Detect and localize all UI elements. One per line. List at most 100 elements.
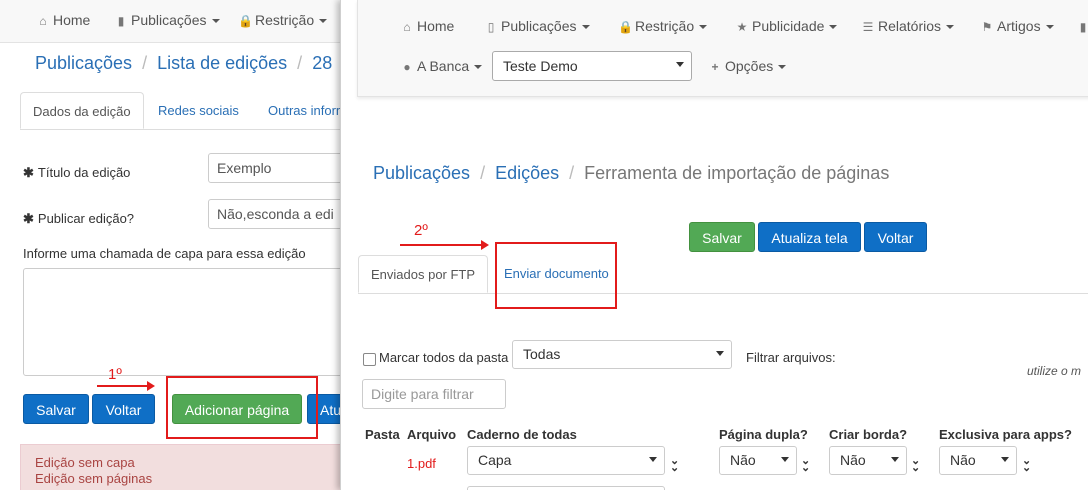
front-window: ⌂ Home ▯ Publicações 🔒 Restrição ★ Publicida… [340,0,1088,490]
chevron-down-icon [1045,25,1054,30]
lock-icon: 🔒 [238,14,253,28]
voltar-button[interactable]: Voltar [864,222,927,252]
atualiza-tela-button[interactable]: Atualiza tela [758,222,861,252]
site-select[interactable]: Teste Demo [492,51,692,81]
filtrar-hint: utilize o m [1027,364,1082,378]
grid-icon: ▮ [1079,20,1087,34]
marcar-todos-checkbox[interactable] [363,353,376,366]
required-asterisk-icon: ✱ [23,165,34,180]
col-pasta: Pasta [365,427,400,442]
col-pagina-dupla: Página dupla? [719,427,808,442]
breadcrumb: Publicações / Edições / Ferramenta de import… [373,163,889,184]
chevron-down-icon [699,25,708,30]
titulo-input[interactable]: Exemplo [208,153,345,183]
nav-publicidade-label: Publicidade [752,18,825,34]
chevron-down-icon [781,457,789,462]
breadcrumb-separator: / [569,163,575,183]
nav-home[interactable]: ⌂ Home [400,18,454,34]
publicar-label-text: Publicar edição? [37,211,135,226]
chevron-down-icon [319,19,328,24]
breadcrumb-separator: / [297,53,303,73]
caderno-select-value: Capa [478,452,512,468]
star-icon: ★ [736,20,748,34]
tab-outras-informacoes[interactable]: Outras inform [256,92,345,129]
nav-artigos[interactable]: ⚑ Artigos [980,18,1054,34]
alert-sem-capa: Edição sem capa [35,455,135,470]
file-icon: ▮ [117,14,125,28]
double-chevron-down-icon[interactable]: ⌄ ⌄ [801,456,810,474]
chamada-label: Informe uma chamada de capa para essa ed… [23,246,306,261]
globe-icon: ● [403,60,411,74]
step-2-label: 2º [414,222,428,239]
chevron-down-icon [581,25,590,30]
col-arquivo: Arquivo [407,427,457,442]
double-chevron-down-icon[interactable]: ⌄ ⌄ [1022,456,1031,474]
breadcrumb-edition-id[interactable]: 28 [312,53,332,73]
tab-dados-edicao[interactable]: Dados da edição [20,92,144,129]
double-chevron-down-icon[interactable]: ⌄ ⌄ [670,456,679,474]
pasta-select-value: Todas [523,346,561,362]
chevron-down-icon [211,19,220,24]
voltar-button[interactable]: Voltar [92,394,155,424]
chevron-down-icon [676,62,684,67]
list-icon: ☰ [862,20,874,34]
lock-icon: 🔒 [618,20,633,34]
arrow-right-icon [400,240,489,250]
chevron-down-icon [649,457,657,462]
criar-borda-select[interactable]: Não [829,446,907,475]
back-window: ⌂ Home ▮ Publicações 🔒 Restrição Publicaçõe… [0,0,345,490]
nav-opcoes[interactable]: + Opções [708,58,787,74]
filtrar-input[interactable]: Digite para filtrar [362,379,506,409]
chevron-down-icon [1001,457,1009,462]
publicar-select[interactable]: Não,esconda a edi [208,199,345,229]
nav-home[interactable]: ⌂ Home [36,12,90,28]
tab-redes-sociais[interactable]: Redes sociais [146,92,251,129]
nav-publicacoes-label: Publicações [131,12,207,28]
arquivo-link[interactable]: 1.pdf [407,456,436,471]
titulo-label-text: Título da edição [37,165,131,180]
col-criar-borda: Criar borda? [829,427,908,442]
breadcrumb-lista-edicoes[interactable]: Lista de edições [157,53,287,73]
nav-abanca[interactable]: ● A Banca [400,58,483,74]
nav-publicidade[interactable]: ★ Publicidade [735,18,838,34]
alert-sem-paginas: Edição sem páginas [35,471,153,486]
required-asterisk-icon: ✱ [23,211,34,226]
exclusiva-select[interactable]: Não [939,446,1017,475]
chevron-down-icon [829,25,838,30]
nav-artigos-label: Artigos [997,18,1041,34]
chevron-down-icon [778,65,787,70]
file-icon: ▯ [487,20,495,34]
nav-publicacoes[interactable]: ▮ Publicações [114,12,220,28]
next-row-select[interactable] [467,486,665,490]
chamada-textarea[interactable] [23,268,345,376]
alert-box: Edição sem capa Edição sem páginas [20,444,345,490]
nav-publicacoes[interactable]: ▯ Publicações [484,18,590,34]
pagina-dupla-value: Não [730,452,756,468]
bookmark-icon: ⚑ [981,20,993,34]
import-tabs: Enviados por FTP Enviar documento [358,255,1088,294]
pagina-dupla-select[interactable]: Não [719,446,797,475]
nav-relatorios[interactable]: ☰ Relatórios [861,18,955,34]
breadcrumb-publicacoes[interactable]: Publicações [373,163,470,183]
breadcrumb-separator: / [142,53,148,73]
salvar-button[interactable]: Salvar [689,222,755,252]
nav-home-label: Home [417,18,455,34]
highlight-enviar-documento [495,242,617,309]
publicar-label: ✱ Publicar edição? [23,211,134,227]
nav-restricao[interactable]: 🔒 Restrição [238,12,328,28]
nav-more-icon[interactable]: ▮ [1076,18,1088,34]
caderno-select[interactable]: Capa [467,446,665,475]
breadcrumb-edicoes[interactable]: Edições [495,163,559,183]
back-navbar: ⌂ Home ▮ Publicações 🔒 Restrição [0,0,345,43]
tab-enviados-ftp[interactable]: Enviados por FTP [358,255,489,293]
breadcrumb-publicacoes[interactable]: Publicações [35,53,132,73]
titulo-label: ✱ Título da edição [23,165,130,181]
salvar-button[interactable]: Salvar [23,394,89,424]
nav-restricao-label: Restrição [635,18,695,34]
nav-restricao[interactable]: 🔒 Restrição [618,18,708,34]
double-chevron-down-icon[interactable]: ⌄ ⌄ [911,456,920,474]
front-navbar: ⌂ Home ▯ Publicações 🔒 Restrição ★ Publicida… [357,0,1088,97]
chevron-down-icon [474,65,483,70]
pasta-select[interactable]: Todas [512,340,732,369]
chevron-down-icon [891,457,899,462]
